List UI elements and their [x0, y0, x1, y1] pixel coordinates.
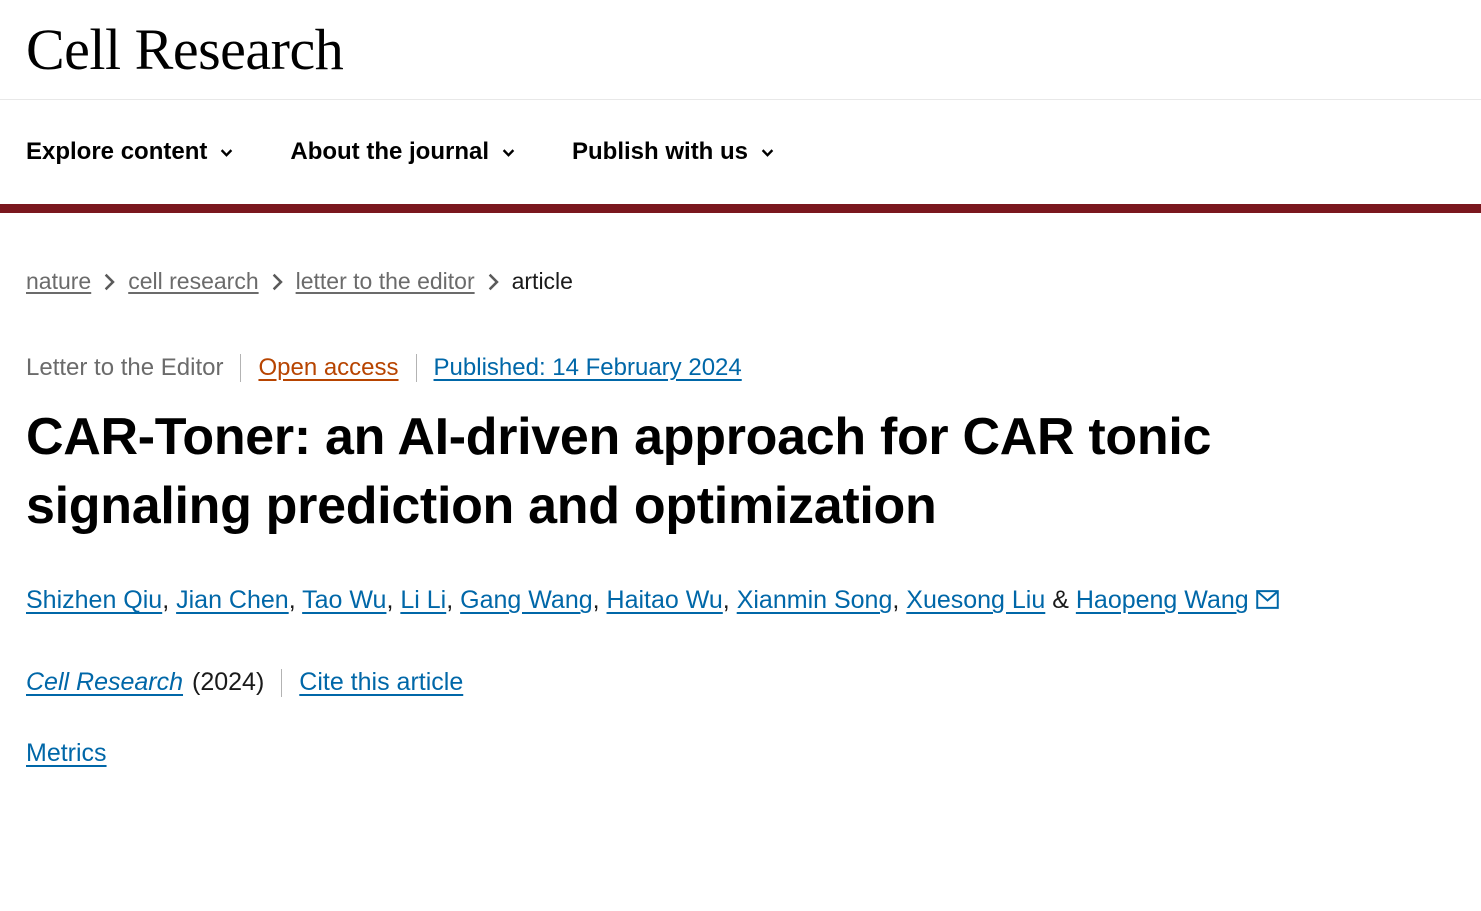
author-link-xianmin-song[interactable]: Xianmin Song	[737, 586, 893, 614]
chevron-right-icon	[103, 272, 116, 292]
breadcrumb-item-article: article	[511, 268, 573, 294]
meta-divider	[281, 668, 283, 697]
journal-logo-title[interactable]: Cell Research	[26, 20, 344, 79]
page-title: CAR-Toner: an AI-driven approach for CAR…	[26, 408, 1212, 536]
breadcrumb-item-nature[interactable]: nature	[26, 268, 91, 295]
meta-divider	[415, 354, 417, 382]
chevron-down-icon	[759, 145, 776, 162]
article-header-region: nature cell research letter to the edito…	[0, 268, 1481, 768]
author-separator: ,	[386, 586, 401, 615]
nav-item-about-the-journal[interactable]: About the journal	[290, 138, 517, 166]
site-masthead: Cell Research	[0, 0, 1481, 100]
chevron-right-icon	[271, 272, 284, 292]
author-link-tao-wu[interactable]: Tao Wu	[302, 586, 386, 614]
breadcrumb: nature cell research letter to the edito…	[26, 268, 1455, 295]
author-link-gang-wang[interactable]: Gang Wang	[460, 586, 592, 614]
metrics-link[interactable]: Metrics	[26, 739, 107, 767]
author-separator: ,	[892, 586, 907, 615]
article-meta-row: Letter to the Editor Open access Publish…	[26, 354, 1455, 382]
author-link-haopeng-wang[interactable]: Haopeng Wang	[1076, 586, 1249, 614]
chevron-down-icon	[500, 145, 517, 162]
chevron-down-icon	[218, 145, 235, 162]
author-link-li-li[interactable]: Li Li	[400, 586, 446, 614]
author-separator: ,	[162, 586, 177, 615]
envelope-icon[interactable]	[1255, 590, 1279, 610]
author-separator: ,	[722, 586, 737, 615]
breadcrumb-item-letter-to-the-editor[interactable]: letter to the editor	[296, 268, 475, 295]
nav-item-publish-with-us[interactable]: Publish with us	[572, 138, 776, 166]
published-date-link[interactable]: Published: 14 February 2024	[434, 354, 742, 382]
metrics-row: Metrics	[26, 739, 1455, 768]
author-separator: ,	[592, 586, 607, 615]
chevron-right-icon	[487, 272, 500, 292]
author-separator: ,	[288, 586, 303, 615]
nav-item-label: Explore content	[26, 138, 208, 165]
nav-item-explore-content[interactable]: Explore content	[26, 138, 235, 166]
author-link-haitao-wu[interactable]: Haitao Wu	[607, 586, 723, 614]
nav-item-label: Publish with us	[572, 138, 749, 165]
meta-divider	[240, 354, 242, 382]
author-conjunction: &	[1045, 586, 1076, 615]
author-separator: ,	[446, 586, 461, 615]
author-link-jian-chen[interactable]: Jian Chen	[176, 586, 289, 614]
cite-this-article-link[interactable]: Cite this article	[299, 668, 463, 697]
journal-year: (2024)	[192, 668, 265, 697]
main-navigation: Explore content About the journal Publis…	[0, 100, 1481, 204]
author-list: Shizhen Qiu, Jian Chen, Tao Wu, Li Li, G…	[26, 579, 1455, 621]
open-access-link[interactable]: Open access	[258, 354, 398, 382]
journal-citation-row: Cell Research (2024) Cite this article	[26, 668, 1455, 697]
author-link-xuesong-liu[interactable]: Xuesong Liu	[906, 586, 1045, 614]
brand-accent-bar	[0, 204, 1481, 213]
nav-item-label: About the journal	[290, 138, 490, 165]
breadcrumb-item-cell-research[interactable]: cell research	[128, 268, 258, 295]
author-link-shizhen-qiu[interactable]: Shizhen Qiu	[26, 586, 162, 614]
journal-name-link[interactable]: Cell Research	[26, 668, 183, 697]
article-type-label: Letter to the Editor	[26, 354, 224, 381]
